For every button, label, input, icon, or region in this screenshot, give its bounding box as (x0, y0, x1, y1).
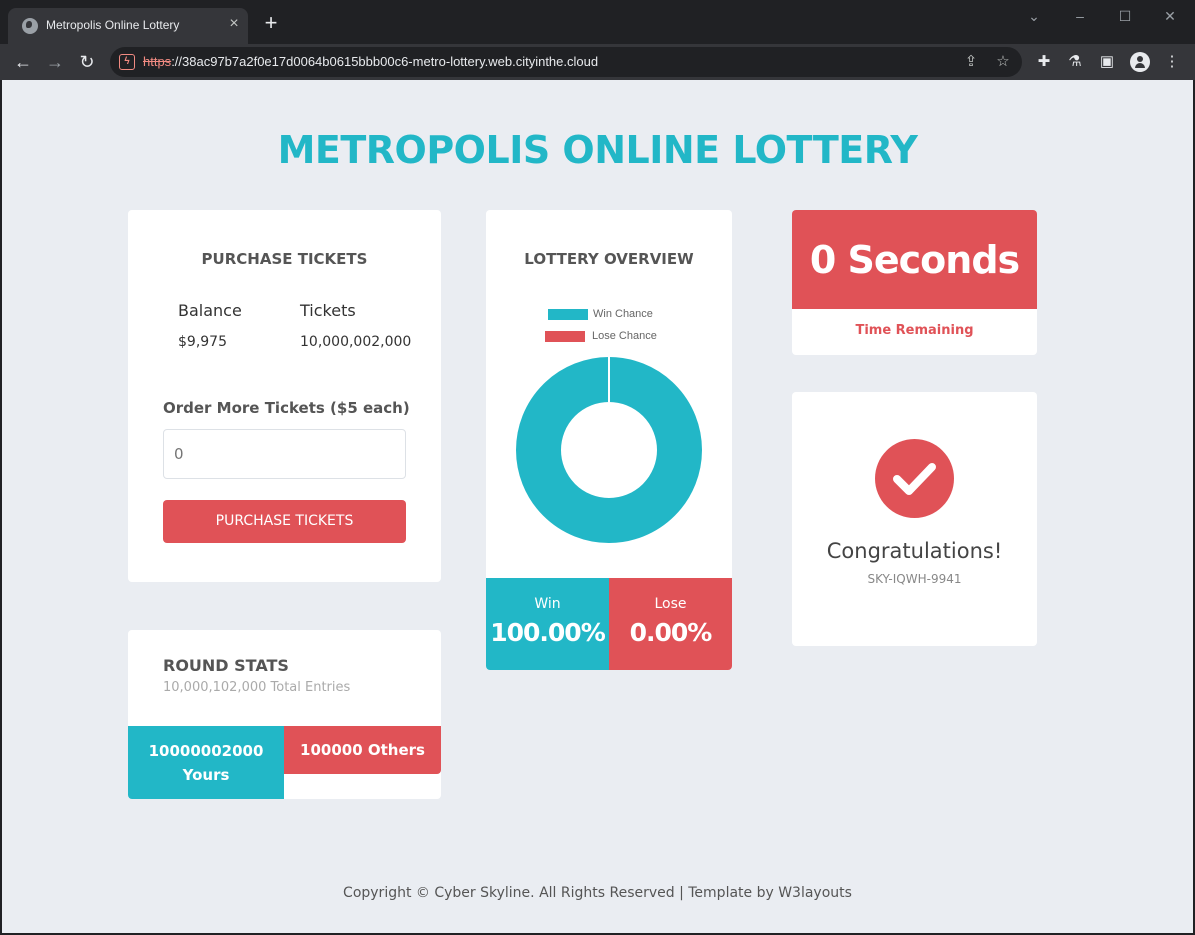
balance-value: $9,975 (178, 334, 227, 350)
yours-label: Yours (182, 766, 230, 784)
extensions-icon[interactable]: ✚ (1034, 52, 1054, 72)
legend-label-lose: Lose Chance (592, 330, 657, 342)
site-title: METROPOLIS ONLINE LOTTERY (277, 128, 918, 172)
tab-search-icon[interactable]: ⌄ (1024, 7, 1044, 25)
time-remaining-value: 0 Seconds (792, 210, 1037, 309)
tickets-label: Tickets (300, 301, 356, 320)
yours-count: 10000002000 (148, 742, 264, 760)
yours-stat: 10000002000 Yours (128, 726, 284, 799)
win-percentage: 100.00% (490, 618, 606, 647)
maximize-icon[interactable]: ☐ (1115, 7, 1135, 25)
order-label: Order More Tickets ($5 each) (163, 399, 410, 417)
lose-stat: Lose 0.00% (609, 578, 732, 670)
prize-code: SKY-IQWH-9941 (867, 572, 962, 586)
total-entries: 10,000,102,000 Total Entries (163, 680, 351, 695)
ticket-quantity-input[interactable] (163, 429, 406, 479)
browser-tab-strip: Metropolis Online Lottery × + ⌄ – ☐ ✕ (0, 0, 1195, 44)
legend-swatch-win (548, 309, 588, 320)
share-icon[interactable]: ⇪ (962, 53, 980, 71)
new-tab-icon[interactable]: + (262, 12, 280, 34)
purchase-tickets-card: PURCHASE TICKETS Balance $9,975 Tickets … (128, 210, 441, 582)
globe-icon (22, 18, 38, 34)
url-host: ://38ac97b7a2f0e17d0064b0615bbb00c6-metr… (171, 54, 599, 69)
win-stat: Win 100.00% (486, 578, 609, 670)
page-content: METROPOLIS ONLINE LOTTERY PURCHASE TICKE… (2, 80, 1193, 933)
back-icon[interactable]: ← (12, 51, 34, 73)
round-stats-title: ROUND STATS (163, 656, 289, 675)
win-label: Win (534, 596, 561, 612)
overview-heading: LOTTERY OVERVIEW (524, 250, 694, 268)
url-scheme: https (143, 54, 172, 69)
menu-dots-icon[interactable]: ⋮ (1162, 52, 1182, 72)
minimize-icon[interactable]: – (1070, 7, 1090, 25)
balance-label: Balance (178, 301, 242, 320)
timer-card: 0 Seconds Time Remaining (792, 210, 1037, 355)
purchase-heading: PURCHASE TICKETS (201, 250, 368, 268)
url-text[interactable]: https://38ac97b7a2f0e17d0064b0615bbb00c6… (143, 54, 598, 69)
bookmark-star-icon[interactable]: ☆ (994, 53, 1012, 71)
lose-label: Lose (654, 596, 687, 612)
forward-icon[interactable]: → (44, 51, 66, 73)
address-bar[interactable]: ϟ https://38ac97b7a2f0e17d0064b0615bbb00… (110, 47, 1022, 77)
side-panel-icon[interactable]: ▣ (1097, 52, 1117, 72)
not-secure-icon[interactable]: ϟ (119, 54, 135, 70)
round-stats-card: ROUND STATS 10,000,102,000 Total Entries… (128, 630, 441, 799)
close-tab-icon[interactable]: × (226, 16, 242, 32)
legend-swatch-lose (545, 331, 585, 342)
profile-avatar-icon[interactable] (1130, 52, 1150, 72)
time-remaining-label: Time Remaining (855, 323, 974, 338)
congratulations-title: Congratulations! (826, 539, 1003, 563)
purchase-tickets-button[interactable]: PURCHASE TICKETS (163, 500, 406, 543)
result-card: Congratulations! SKY-IQWH-9941 (792, 392, 1037, 646)
browser-toolbar: ← → ↻ ϟ https://38ac97b7a2f0e17d0064b061… (0, 44, 1195, 80)
lottery-overview-card: LOTTERY OVERVIEW Win Chance Lose Chance … (486, 210, 732, 670)
labs-flask-icon[interactable]: ⚗ (1065, 52, 1085, 72)
browser-tab[interactable]: Metropolis Online Lottery × (8, 8, 248, 44)
checkmark-icon (875, 439, 954, 518)
close-window-icon[interactable]: ✕ (1160, 7, 1180, 25)
win-lose-donut-chart (516, 357, 702, 543)
footer-text: Copyright © Cyber Skyline. All Rights Re… (343, 885, 852, 901)
tickets-value: 10,000,002,000 (300, 334, 412, 350)
reload-icon[interactable]: ↻ (76, 51, 98, 73)
lose-percentage: 0.00% (629, 618, 713, 647)
others-stat: 100000 Others (284, 726, 441, 774)
legend-label-win: Win Chance (593, 308, 653, 320)
tab-title: Metropolis Online Lottery (46, 18, 180, 32)
